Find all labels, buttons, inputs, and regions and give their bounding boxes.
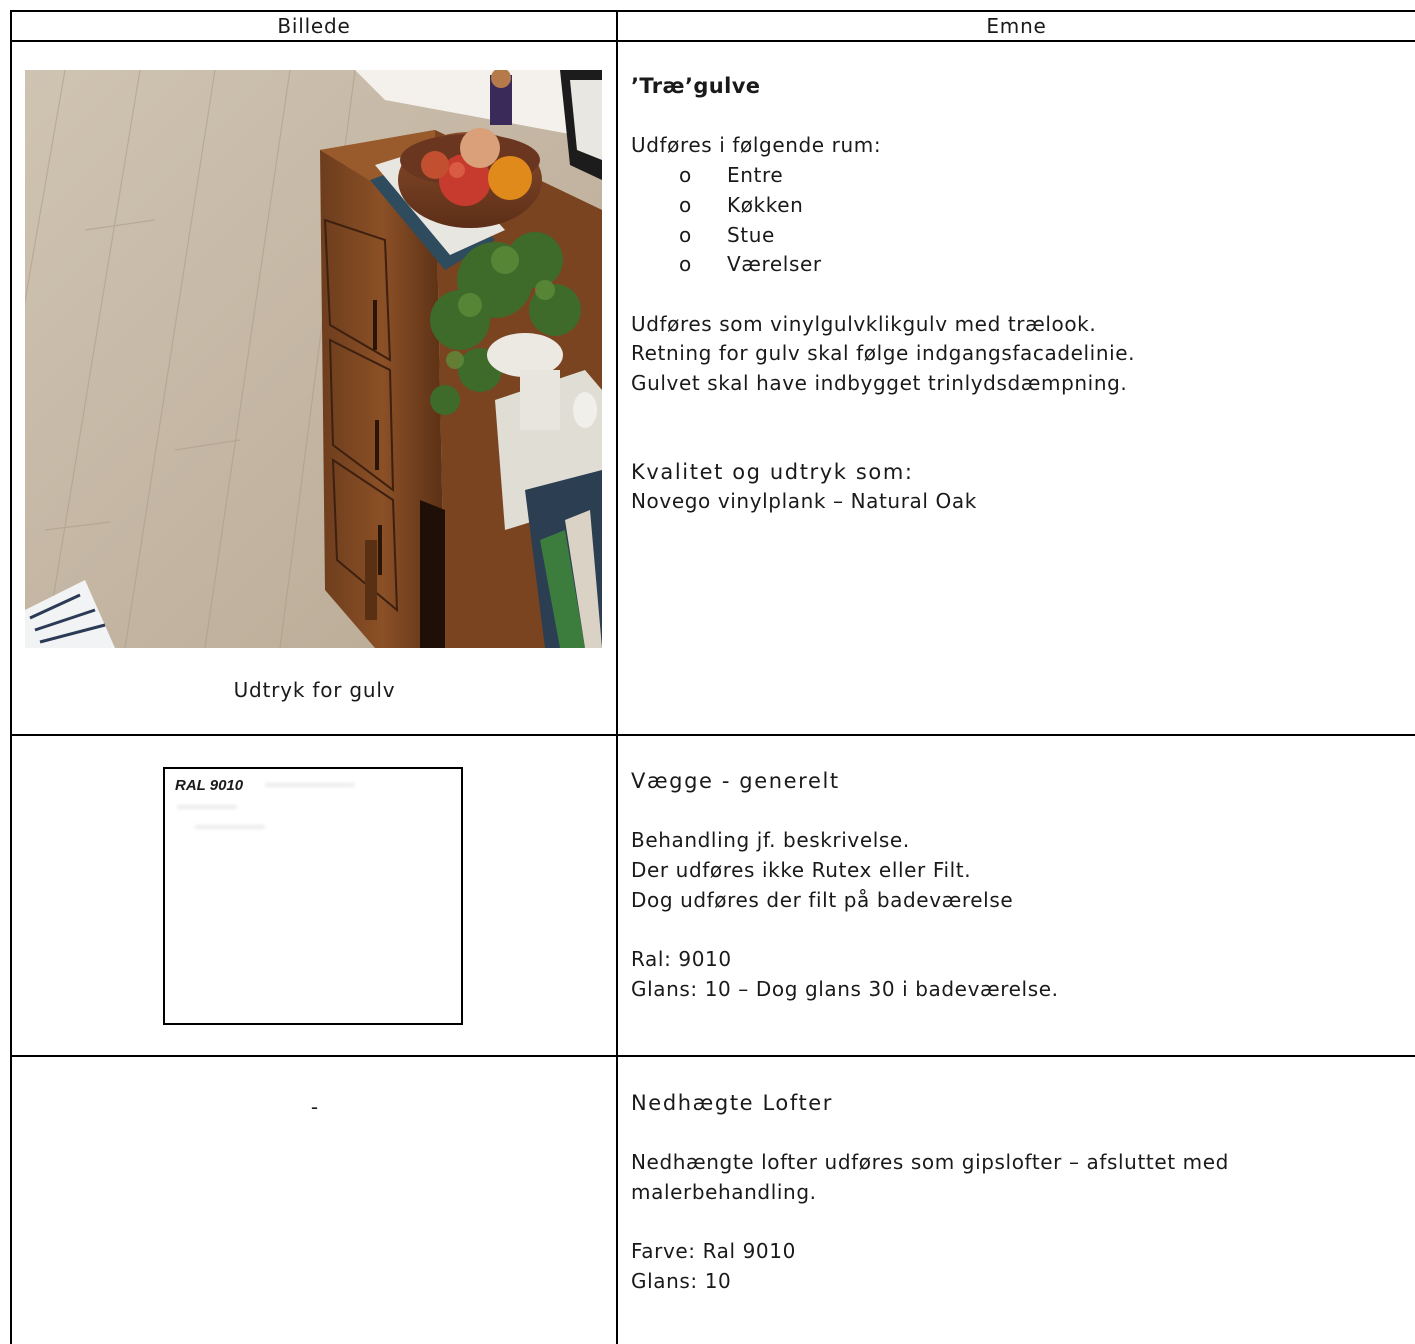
table-border-left <box>10 10 12 1344</box>
ral-value: Ral: 9010 <box>631 947 732 972</box>
color-value: Farve: Ral 9010 <box>631 1239 796 1264</box>
swatch-smudge <box>265 783 355 787</box>
rooms-list: o Entre o Køkken o Stue o Værelser <box>631 161 1391 280</box>
spec-line: Behandling jf. beskrivelse. <box>631 828 910 853</box>
gloss-value: Glans: 10 <box>631 1269 732 1294</box>
row-divider <box>10 1055 1415 1057</box>
floor-caption: Udtryk for gulv <box>233 678 396 702</box>
walls-description: Vægge - generelt Behandling jf. beskrive… <box>631 767 1391 1005</box>
swatch-smudge <box>195 825 265 829</box>
rooms-intro: Udføres i følgende rum: <box>631 133 882 158</box>
spec-line: Retning for gulv skal følge indgangsfaca… <box>631 341 1136 366</box>
floor-photo <box>25 70 602 648</box>
section-title: Vægge - generelt <box>631 769 840 793</box>
section-title: ’Træ’gulve <box>631 74 761 98</box>
ral-color-swatch: RAL 9010 <box>163 767 463 1025</box>
quality-title: Kvalitet og udtryk som: <box>631 459 914 484</box>
header-divider <box>10 40 1415 42</box>
list-item: o Værelser <box>679 252 822 277</box>
header-billede: Billede <box>277 14 351 38</box>
no-image-placeholder: - <box>310 1095 319 1119</box>
section-title: Nedhægte Lofter <box>631 1091 834 1115</box>
spec-text: Nedhængte lofter udføres som gipslofter … <box>631 1150 1229 1205</box>
floor-description: ’Træ’gulve Udføres i følgende rum: o Entr… <box>631 72 1391 517</box>
gloss-value: Glans: 10 – Dog glans 30 i badeværelse. <box>631 976 1059 1001</box>
ceilings-description: Nedhægte Lofter Nedhængte lofter udføres… <box>631 1089 1391 1297</box>
quality-value: Novego vinylplank – Natural Oak <box>631 489 977 514</box>
list-item: o Entre <box>679 163 784 188</box>
spec-line: Dog udføres der filt på badeværelse <box>631 887 1014 912</box>
swatch-smudge <box>177 805 237 809</box>
ral-swatch-label: RAL 9010 <box>175 777 244 794</box>
spec-line: Udføres som vinylgulvklikgulv med træloo… <box>631 311 1097 336</box>
spec-line: Der udføres ikke Rutex eller Filt. <box>631 858 972 883</box>
list-item: o Køkken <box>679 192 804 217</box>
list-item: o Stue <box>679 222 775 247</box>
row-divider <box>10 734 1415 736</box>
spec-line: Gulvet skal have indbygget trinlydsdæmpn… <box>631 371 1128 395</box>
column-divider <box>616 10 618 1344</box>
header-emne: Emne <box>986 14 1047 38</box>
